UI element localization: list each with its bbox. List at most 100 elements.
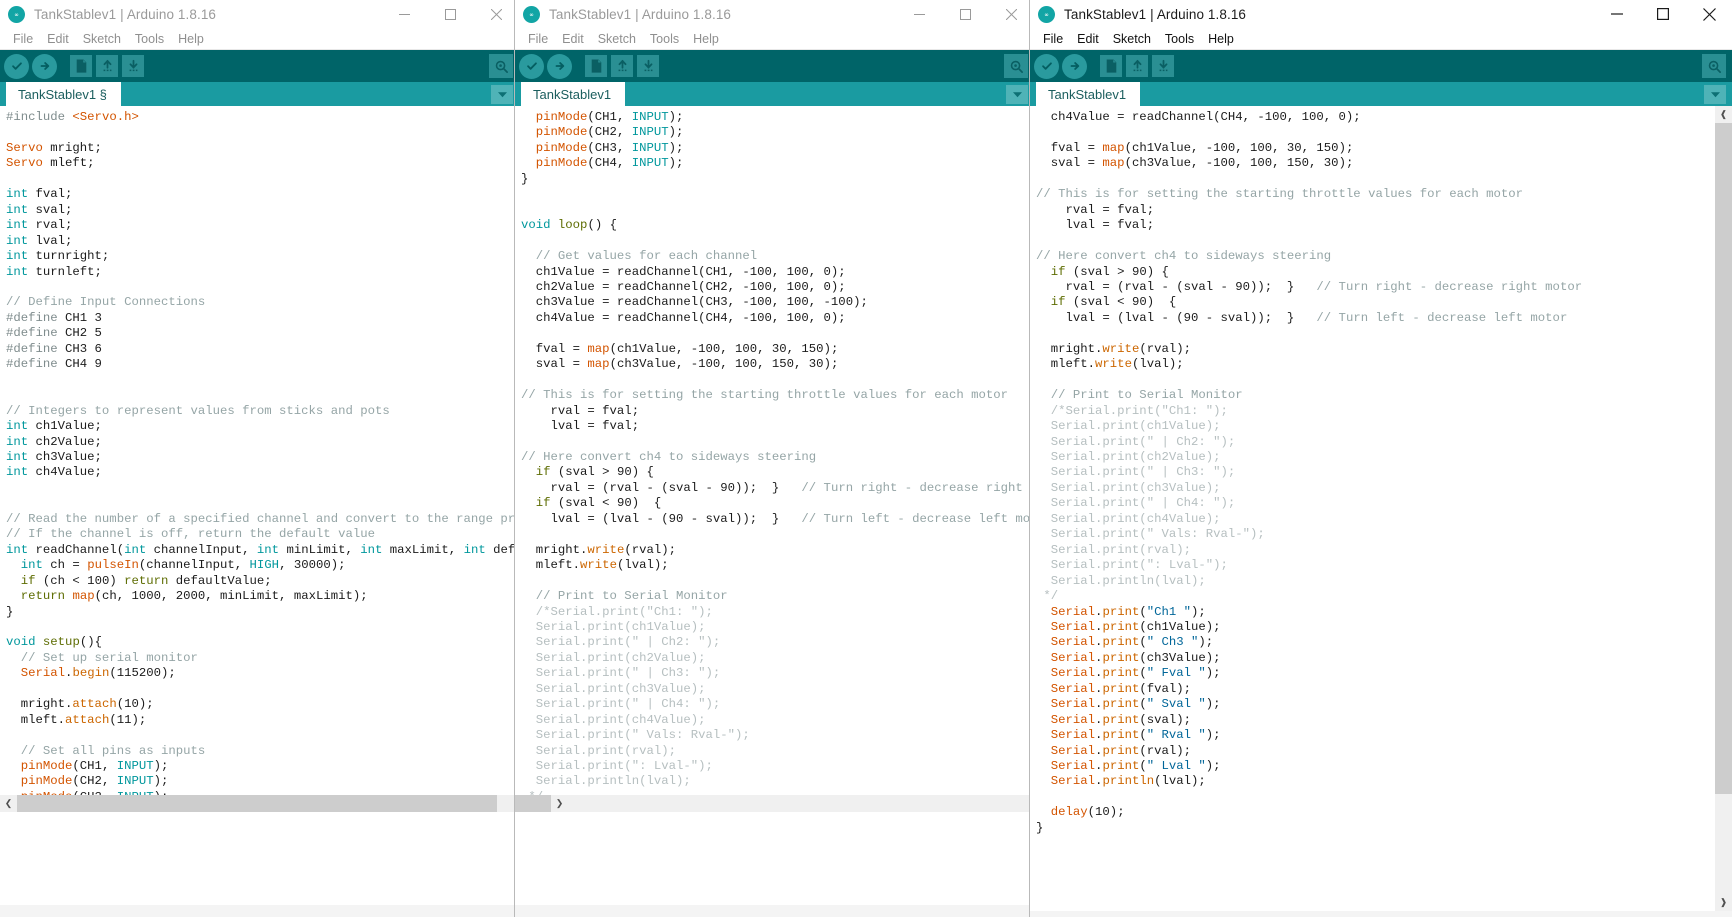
code-line: mleft.attach(11); — [6, 713, 519, 728]
tabstrip-1[interactable]: TankStablev1 § — [0, 82, 519, 107]
arduino-window-2[interactable]: ∞ TankStablev1 | Arduino 1.8.16 File Edi… — [515, 0, 1034, 917]
menu-help-3[interactable]: Help — [1201, 31, 1241, 47]
open-sketch-button-2[interactable] — [611, 55, 633, 77]
horizontal-scrollbar-1[interactable]: ❮ — [0, 795, 519, 812]
menubar-1[interactable]: File Edit Sketch Tools Help — [0, 28, 519, 50]
code-line: if (ch < 100) return defaultValue; — [6, 574, 519, 589]
upload-button-3[interactable] — [1062, 54, 1087, 79]
menu-sketch-1[interactable]: Sketch — [76, 31, 128, 47]
code-line: Serial.print(" | Ch4: "); — [521, 697, 1034, 712]
new-sketch-button-2[interactable] — [585, 55, 607, 77]
save-sketch-button-1[interactable] — [122, 55, 144, 77]
hscroll-thumb-2[interactable] — [515, 795, 551, 812]
scroll-up-arrow-3[interactable]: ❰ — [1715, 106, 1732, 123]
code-line: int sval; — [6, 203, 519, 218]
verify-button-1[interactable] — [4, 54, 29, 79]
serial-monitor-button-2[interactable] — [1004, 54, 1028, 78]
code-line: Serial.println(lval); — [521, 774, 1034, 789]
upload-button-1[interactable] — [32, 54, 57, 79]
code-line: Serial.print(" | Ch2: "); — [1036, 435, 1582, 450]
menu-help-2[interactable]: Help — [686, 31, 726, 47]
code-editor-3[interactable]: ch4Value = readChannel(CH4, -100, 100, 0… — [1030, 106, 1732, 911]
hscroll-thumb-1[interactable] — [17, 795, 497, 812]
code-editor-2[interactable]: pinMode(CH1, INPUT); pinMode(CH2, INPUT)… — [515, 106, 1034, 812]
toolbar-3[interactable] — [1030, 50, 1732, 82]
titlebar-1[interactable]: ∞ TankStablev1 | Arduino 1.8.16 — [0, 0, 519, 28]
save-sketch-button-2[interactable] — [637, 55, 659, 77]
minimize-button-3[interactable] — [1594, 0, 1640, 28]
upload-button-2[interactable] — [547, 54, 572, 79]
code-line: /*Serial.print("Ch1: "); — [1036, 404, 1582, 419]
code-line: Serial.print(ch2Value); — [1036, 450, 1582, 465]
sketch-tab-2[interactable]: TankStablev1 — [521, 82, 625, 107]
tabstrip-2[interactable]: TankStablev1 — [515, 82, 1034, 107]
menu-edit-3[interactable]: Edit — [1070, 31, 1106, 47]
menu-sketch-3[interactable]: Sketch — [1106, 31, 1158, 47]
verify-button-3[interactable] — [1034, 54, 1059, 79]
titlebar-2[interactable]: ∞ TankStablev1 | Arduino 1.8.16 — [515, 0, 1034, 28]
code-line: Serial.print(" | Ch4: "); — [1036, 496, 1582, 511]
arduino-window-1[interactable]: ∞ TankStablev1 | Arduino 1.8.16 File Edi… — [0, 0, 519, 917]
code-line — [521, 187, 1034, 202]
open-sketch-button-1[interactable] — [96, 55, 118, 77]
close-button-2[interactable] — [988, 0, 1034, 28]
menu-help-1[interactable]: Help — [171, 31, 211, 47]
scroll-down-arrow-3[interactable]: ❱ — [1715, 894, 1732, 911]
vscroll-thumb-3[interactable] — [1715, 123, 1732, 794]
close-button-3[interactable] — [1686, 0, 1732, 28]
tab-dropdown-3[interactable] — [1704, 85, 1726, 104]
arduino-window-3[interactable]: ∞ TankStablev1 | Arduino 1.8.16 File Edi… — [1030, 0, 1732, 917]
verify-button-2[interactable] — [519, 54, 544, 79]
maximize-button-3[interactable] — [1640, 0, 1686, 28]
window-controls-1[interactable] — [381, 0, 519, 28]
toolbar-2[interactable] — [515, 50, 1034, 82]
menu-tools-2[interactable]: Tools — [643, 31, 686, 47]
menu-tools-3[interactable]: Tools — [1158, 31, 1201, 47]
vertical-scrollbar-3[interactable]: ❰ ❱ — [1715, 106, 1732, 911]
maximize-button-2[interactable] — [942, 0, 988, 28]
code-line: Serial.print(ch4Value); — [1036, 512, 1582, 527]
sketch-tab-3[interactable]: TankStablev1 — [1036, 82, 1140, 107]
serial-monitor-button-3[interactable] — [1702, 54, 1726, 78]
code-line: #define CH1 3 — [6, 311, 519, 326]
save-sketch-button-3[interactable] — [1152, 55, 1174, 77]
code-line: /*Serial.print("Ch1: "); — [521, 605, 1034, 620]
window-controls-2[interactable] — [896, 0, 1034, 28]
menu-tools-1[interactable]: Tools — [128, 31, 171, 47]
menu-edit-2[interactable]: Edit — [555, 31, 591, 47]
code-editor-1[interactable]: #include <Servo.h> Servo mright;Servo ml… — [0, 106, 519, 812]
horizontal-scrollbar-2[interactable]: ❯ — [515, 795, 1034, 812]
tab-dropdown-1[interactable] — [491, 85, 513, 104]
menubar-3[interactable]: File Edit Sketch Tools Help — [1030, 28, 1732, 50]
menu-file-1[interactable]: File — [6, 31, 40, 47]
code-line — [521, 203, 1034, 218]
code-line: ch3Value = readChannel(CH3, -100, 100, -… — [521, 295, 1034, 310]
window-controls-3[interactable] — [1594, 0, 1732, 28]
svg-text:∞: ∞ — [530, 11, 534, 18]
new-sketch-button-1[interactable] — [70, 55, 92, 77]
minimize-button-2[interactable] — [896, 0, 942, 28]
menu-file-3[interactable]: File — [1036, 31, 1070, 47]
menubar-2[interactable]: File Edit Sketch Tools Help — [515, 28, 1034, 50]
sketch-tab-1[interactable]: TankStablev1 § — [6, 82, 121, 107]
code-line: // Set all pins as inputs — [6, 744, 519, 759]
minimize-button-1[interactable] — [381, 0, 427, 28]
code-line: Serial.print(sval); — [1036, 713, 1582, 728]
close-button-1[interactable] — [473, 0, 519, 28]
menu-edit-1[interactable]: Edit — [40, 31, 76, 47]
titlebar-3[interactable]: ∞ TankStablev1 | Arduino 1.8.16 — [1030, 0, 1732, 28]
scroll-left-arrow-1[interactable]: ❮ — [0, 795, 17, 812]
code-line: ch4Value = readChannel(CH4, -100, 100, 0… — [1036, 110, 1582, 125]
code-line: mleft.write(lval); — [1036, 357, 1582, 372]
menu-sketch-2[interactable]: Sketch — [591, 31, 643, 47]
menu-file-2[interactable]: File — [521, 31, 555, 47]
open-sketch-button-3[interactable] — [1126, 55, 1148, 77]
serial-monitor-button-1[interactable] — [489, 54, 513, 78]
scroll-right-arrow-2[interactable]: ❯ — [551, 795, 568, 812]
tab-dropdown-2[interactable] — [1006, 85, 1028, 104]
toolbar-1[interactable] — [0, 50, 519, 82]
new-sketch-button-3[interactable] — [1100, 55, 1122, 77]
tabstrip-3[interactable]: TankStablev1 — [1030, 82, 1732, 107]
code-line: Serial.print(": Lval-"); — [1036, 558, 1582, 573]
maximize-button-1[interactable] — [427, 0, 473, 28]
